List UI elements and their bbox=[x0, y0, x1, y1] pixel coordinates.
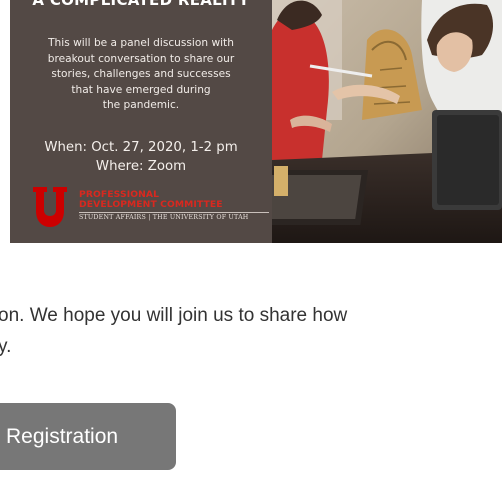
banner-description: This will be a panel discussion with bre… bbox=[18, 36, 264, 114]
event-description: on. We hope you will join us to share ho… bbox=[0, 300, 502, 362]
committee-logo: PROFESSIONAL DEVELOPMENT COMMITTEE STUDE… bbox=[23, 184, 273, 232]
banner-description-line: that have emerged during bbox=[71, 83, 211, 96]
banner-title: A COMPLICATED REALITY bbox=[32, 0, 250, 9]
banner-description-line: stories, challenges and successes bbox=[51, 68, 231, 81]
banner-description-line: the pandemic. bbox=[102, 99, 180, 112]
registration-button[interactable]: Registration bbox=[0, 403, 176, 470]
event-details: When: Oct. 27, 2020, 1-2 pm Where: Zoom bbox=[10, 138, 272, 176]
university-u-logo-icon bbox=[33, 187, 67, 227]
event-banner-image: A COMPLICATED REALITY This will be a pan… bbox=[10, 0, 502, 243]
logo-divider bbox=[79, 212, 269, 213]
banner-description-line: breakout conversation to share our bbox=[47, 52, 235, 65]
banner-text-panel: A COMPLICATED REALITY This will be a pan… bbox=[10, 0, 272, 243]
banner-photo bbox=[272, 0, 502, 243]
committee-name-line2: DEVELOPMENT COMMITTEE bbox=[79, 199, 223, 210]
student-affairs-label: STUDENT AFFAIRS | THE UNIVERSITY OF UTAH bbox=[79, 214, 249, 221]
event-when: When: Oct. 27, 2020, 1-2 pm bbox=[44, 140, 238, 155]
body-text-line: y. bbox=[0, 336, 12, 357]
banner-description-line: This will be a panel discussion with bbox=[48, 37, 234, 49]
event-where: Where: Zoom bbox=[95, 159, 187, 174]
body-text-line: on. We hope you will join us to share ho… bbox=[0, 305, 348, 326]
